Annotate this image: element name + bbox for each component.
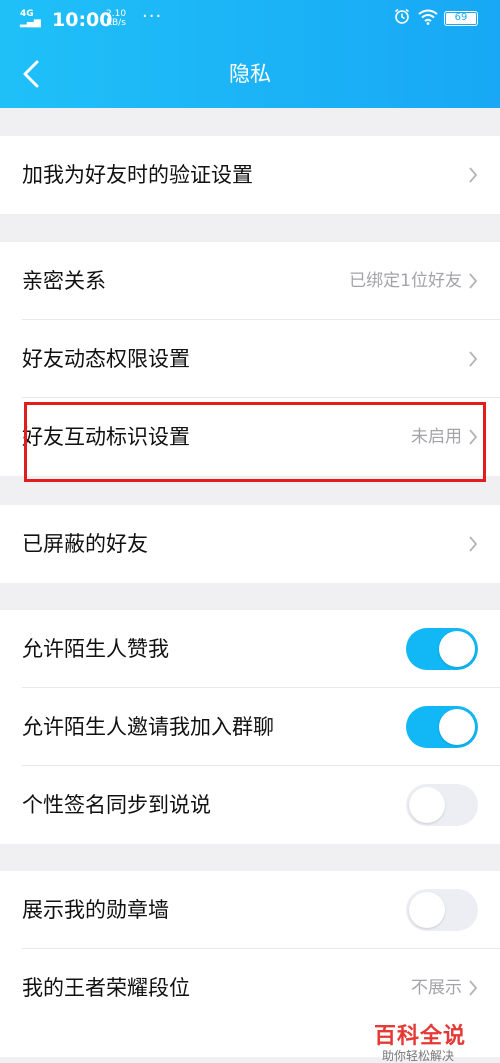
chevron-right-icon	[469, 351, 478, 367]
row-value: 不展示	[411, 978, 462, 998]
row-label: 亲密关系	[22, 269, 106, 293]
watermark-logo: 百科全说 助你轻松解决	[368, 1022, 500, 1063]
row-friend-verification-settings[interactable]: 加我为好友时的验证设置	[0, 136, 500, 214]
signal-indicator: 4G ▂▄▆	[20, 9, 41, 28]
battery-indicator: 69	[444, 11, 478, 26]
row-label: 已屏蔽的好友	[22, 532, 148, 556]
row-label: 加我为好友时的验证设置	[22, 163, 253, 187]
toggle-switch[interactable]	[406, 784, 478, 826]
section-verification: 加我为好友时的验证设置	[0, 136, 500, 214]
row-label: 我的王者荣耀段位	[22, 976, 190, 1000]
row-label: 允许陌生人邀请我加入群聊	[22, 715, 274, 739]
wifi-icon	[418, 9, 438, 25]
row-value: 已绑定1位好友	[349, 271, 462, 291]
toggle-switch[interactable]	[406, 706, 478, 748]
section-friends: 亲密关系 已绑定1位好友 好友动态权限设置 好友互动标识设置 未启用	[0, 242, 500, 476]
row-label: 允许陌生人赞我	[22, 637, 169, 661]
row-value: 未启用	[411, 427, 462, 447]
row-show-medal-wall: 展示我的勋章墙	[0, 871, 500, 949]
alarm-icon	[395, 8, 409, 24]
page-title: 隐私	[229, 62, 271, 86]
toggle-knob	[409, 787, 445, 823]
chevron-right-icon	[469, 167, 478, 183]
chevron-right-icon	[469, 429, 478, 445]
toggle-knob	[439, 709, 475, 745]
row-intimate-relationship[interactable]: 亲密关系 已绑定1位好友	[0, 242, 500, 320]
chevron-right-icon	[469, 980, 478, 996]
row-label: 好友动态权限设置	[22, 347, 190, 371]
app-header: 4G ▂▄▆ 10:00 2.10 KB/s ··· 69 隐私	[0, 0, 500, 108]
row-label: 展示我的勋章墙	[22, 898, 169, 922]
watermark-subtitle: 助你轻松解决	[382, 1049, 455, 1063]
row-blocked-friends[interactable]: 已屏蔽的好友	[0, 505, 500, 583]
chevron-right-icon	[469, 536, 478, 552]
section-strangers: 允许陌生人赞我 允许陌生人邀请我加入群聊 个性签名同步到说说	[0, 610, 500, 844]
toggle-knob	[439, 631, 475, 667]
row-allow-strangers-like: 允许陌生人赞我	[0, 610, 500, 688]
row-honor-of-kings-rank[interactable]: 我的王者荣耀段位 不展示	[0, 949, 500, 1027]
row-label: 个性签名同步到说说	[22, 793, 211, 817]
row-label: 好友互动标识设置	[22, 425, 190, 449]
status-time: 10:00	[52, 9, 113, 31]
toggle-switch[interactable]	[406, 889, 478, 931]
toggle-knob	[409, 892, 445, 928]
row-signature-sync: 个性签名同步到说说	[0, 766, 500, 844]
row-friend-moments-permissions[interactable]: 好友动态权限设置	[0, 320, 500, 398]
watermark-title: 百科全说	[374, 1024, 467, 1049]
status-bar: 4G ▂▄▆ 10:00 2.10 KB/s ··· 69	[0, 0, 500, 40]
more-notifications-icon: ···	[142, 6, 163, 27]
section-blocked: 已屏蔽的好友	[0, 505, 500, 583]
row-allow-strangers-invite-group: 允许陌生人邀请我加入群聊	[0, 688, 500, 766]
chevron-right-icon	[469, 273, 478, 289]
toggle-switch[interactable]	[406, 628, 478, 670]
network-speed: 2.10 KB/s	[106, 9, 127, 28]
row-friend-interaction-badge[interactable]: 好友互动标识设置 未启用	[0, 398, 500, 476]
